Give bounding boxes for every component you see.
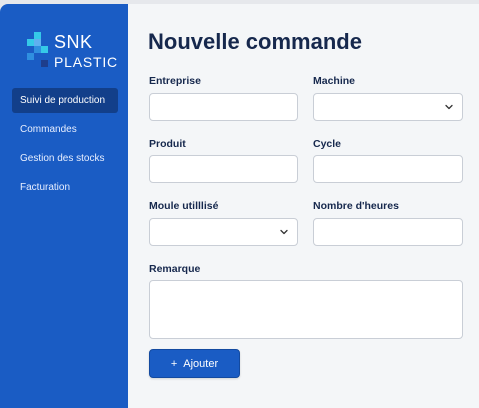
add-button[interactable]: + Ajouter (149, 349, 240, 378)
produit-label: Produit (149, 138, 186, 150)
sidebar: SNK PLASTIC Suivi de production Commande… (0, 4, 128, 408)
moule-label: Moule utilllisé (149, 200, 219, 212)
brand-logo: SNK PLASTIC (26, 32, 126, 72)
sidebar-item-commandes[interactable]: Commandes (12, 117, 118, 142)
machine-select-value[interactable] (313, 93, 463, 121)
sidebar-nav: Suivi de production Commandes Gestion de… (12, 88, 118, 204)
page-title: Nouvelle commande (148, 29, 362, 54)
machine-label: Machine (313, 75, 356, 87)
main-content: Nouvelle commande Entreprise Machine Pro… (128, 4, 479, 408)
cycle-input[interactable] (313, 155, 463, 183)
brand-name-line1: SNK (54, 32, 93, 52)
moule-select-value[interactable] (149, 218, 298, 246)
heures-input[interactable] (313, 218, 463, 246)
sidebar-item-facturation[interactable]: Facturation (12, 175, 118, 200)
entreprise-label: Entreprise (149, 75, 201, 87)
produit-input[interactable] (149, 155, 298, 183)
remarque-textarea[interactable] (149, 280, 463, 339)
entreprise-input[interactable] (149, 93, 298, 121)
brand-name-line2: PLASTIC (54, 54, 118, 70)
add-button-label: Ajouter (183, 357, 219, 370)
machine-select[interactable] (313, 93, 463, 121)
app-window: SNK PLASTIC Suivi de production Commande… (0, 4, 479, 408)
moule-select[interactable] (149, 218, 298, 246)
plus-icon: + (170, 357, 178, 370)
sidebar-item-suivi-production[interactable]: Suivi de production (12, 88, 118, 113)
chevron-down-icon (445, 104, 453, 110)
chevron-down-icon (280, 229, 288, 235)
heures-label: Nombre d'heures (313, 200, 399, 212)
remarque-label: Remarque (149, 263, 201, 275)
sidebar-item-gestion-stocks[interactable]: Gestion des stocks (12, 146, 118, 171)
cycle-label: Cycle (313, 138, 342, 150)
